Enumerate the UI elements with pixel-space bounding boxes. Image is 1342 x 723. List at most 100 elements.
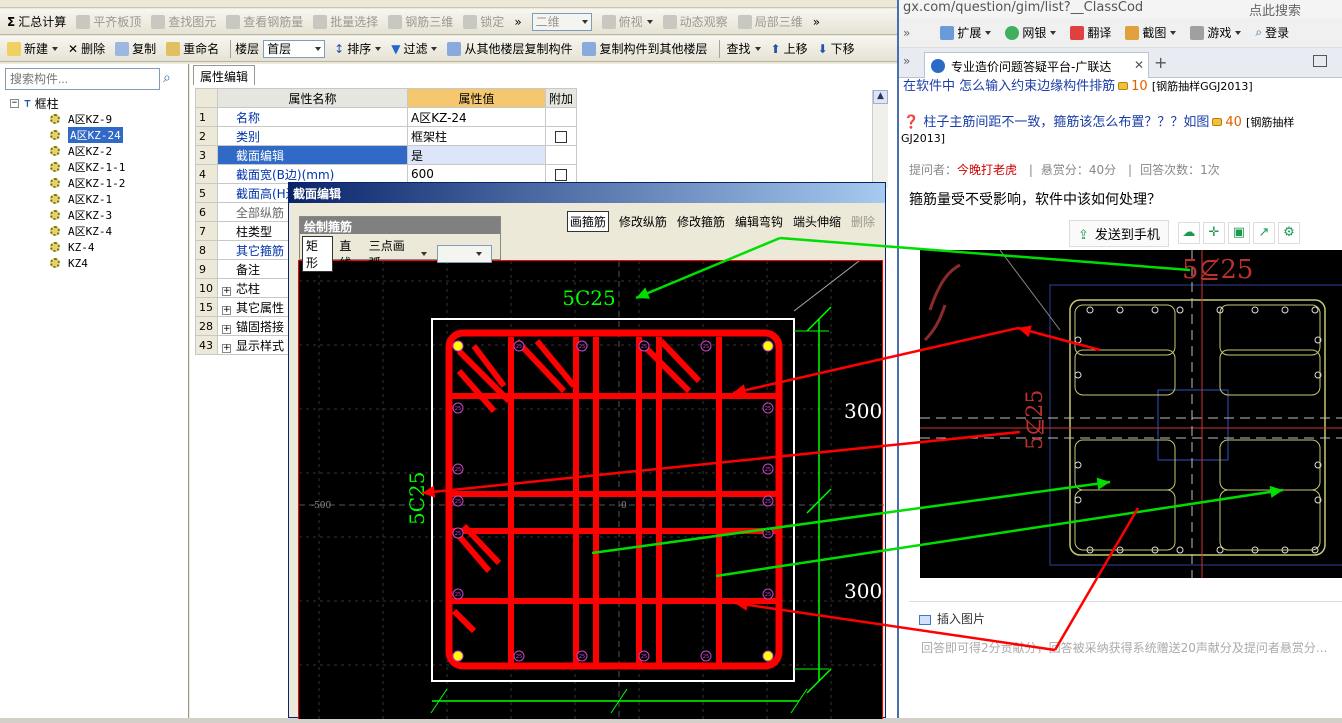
prop-value[interactable]: 600 [407, 164, 546, 184]
move-down-button[interactable]: ⬇ 下移 [815, 39, 858, 59]
view-2d-dropdown[interactable]: 二维 [529, 12, 595, 32]
tree-item[interactable]: A区KZ-4 [10, 223, 185, 239]
tree-root[interactable]: − ⊤ 框柱 [10, 95, 185, 111]
rectangle-option[interactable]: 矩形 [302, 236, 334, 272]
games-button[interactable]: 游戏 [1190, 24, 1242, 41]
send-to-phone-button[interactable]: ⇪ 发送到手机 [1069, 219, 1169, 247]
extra-checkbox[interactable] [555, 130, 567, 143]
flush-slab-button[interactable]: 平齐板顶 [73, 12, 144, 32]
search-icon[interactable]: ⌕ [163, 70, 181, 88]
screenshot-button[interactable]: 截图 [1125, 24, 1177, 41]
scrollbar[interactable]: ▲ [872, 90, 888, 188]
edit-stirrup-button[interactable]: 修改箍筋 [677, 213, 725, 230]
address-bar[interactable]: gx.com/question/gim/list?__ClassCod 点此搜索 [899, 0, 1342, 18]
question-link[interactable]: ❓ 柱子主筋间距不一致，箍筋该怎么布置？？？如图 40 [钢筋抽样 [903, 111, 1294, 130]
tree-item[interactable]: A区KZ-3 [10, 207, 185, 223]
asker-link[interactable]: 今晚打老虎 [957, 163, 1017, 177]
expand-icon[interactable]: + [222, 286, 231, 296]
edit-longitudinal-button[interactable]: 修改纵筋 [619, 213, 667, 230]
edit-hook-button[interactable]: 编辑弯钩 [735, 213, 783, 230]
toolbar-overflow[interactable]: » [511, 12, 524, 32]
bank-button[interactable]: 网银 [1005, 24, 1057, 41]
translate-button[interactable]: 翻译 [1070, 24, 1111, 41]
prop-value[interactable]: 是 [407, 145, 546, 165]
summary-calc-button[interactable]: Σ 汇总计算 [4, 12, 69, 32]
end-extend-button[interactable]: 端头伸缩 [793, 213, 841, 230]
batch-select-button[interactable]: 批量选择 [310, 12, 381, 32]
move-up-button[interactable]: ⬆ 上移 [768, 39, 811, 59]
section-drawing[interactable]: 25 25 25 25 25 25 25 25 25 25 25 25 25 25 25 25 25 25 5C25… [299, 260, 884, 720]
tree-item[interactable]: KZ4 [10, 255, 185, 271]
extensions-button[interactable]: 扩展 [940, 24, 992, 41]
rename-button[interactable]: 重命名 [163, 39, 222, 59]
table-header: 属性名称 属性值 附加 [195, 88, 578, 108]
tree-item[interactable]: A区KZ-1 [10, 191, 185, 207]
photo-bar [1074, 461, 1082, 469]
save-icon[interactable]: ▣ [1227, 222, 1250, 244]
draw-stirrup-button[interactable]: 画箍筋 [566, 210, 609, 232]
orbit-button[interactable]: 动态观察 [660, 12, 731, 32]
copy-to-floor-button[interactable]: 复制构件到其他楼层 [579, 39, 710, 59]
top-view-button[interactable]: 俯视 [599, 12, 656, 32]
prop-value[interactable]: A区KZ-24 [407, 107, 546, 127]
line-option[interactable]: 直线 [339, 237, 362, 271]
table-row[interactable]: 4 截面宽(B边)(mm) 600 [195, 164, 578, 184]
sort-button[interactable]: ↕ 排序 [331, 39, 384, 59]
table-row[interactable]: 1 名称 A区KZ-24 [195, 107, 578, 127]
search-input[interactable] [5, 68, 160, 90]
question-image[interactable]: 5⊈25 5⊈25 [920, 250, 1342, 578]
share-icon[interactable]: ↗ [1252, 222, 1275, 244]
new-tab-icon[interactable]: + [1154, 53, 1167, 72]
find-button[interactable]: 查找 [724, 39, 764, 59]
close-tab-icon[interactable]: ✕ [1134, 58, 1144, 72]
tree-item[interactable]: A区KZ-9 [10, 111, 185, 127]
section-canvas[interactable]: 25 25 25 25 25 25 25 25 25 25 25 25 25 25 25 25 25 25 5C25… [298, 260, 884, 720]
overflow-icon[interactable]: » [903, 26, 910, 40]
copy-from-floor-button[interactable]: 从其他楼层复制构件 [444, 39, 575, 59]
rebar-3d-button[interactable]: 钢筋三维 [385, 12, 456, 32]
expand-icon[interactable]: + [222, 305, 231, 315]
scroll-up-arrow[interactable]: ▲ [873, 90, 888, 104]
photo-side-label: 5⊈25 [1023, 390, 1048, 450]
search-hint[interactable]: 点此搜索 [1249, 0, 1301, 18]
tab-property-edit[interactable]: 属性编辑 [193, 65, 256, 85]
cloud-icon[interactable]: ☁ [1177, 222, 1200, 244]
tree-item[interactable]: A区KZ-24 [10, 127, 185, 143]
prop-value[interactable]: 框架柱 [407, 126, 546, 146]
expand-icon[interactable]: + [222, 324, 231, 334]
login-button[interactable]: ⌕ 登录 [1255, 24, 1289, 41]
tree-item[interactable]: A区KZ-1-1 [10, 159, 185, 175]
expand-icon[interactable]: + [222, 343, 231, 353]
browser-tab[interactable]: 专业造价问题答疑平台-广联达 ✕ [924, 52, 1149, 78]
extra-checkbox[interactable] [555, 168, 567, 181]
table-row[interactable]: 3 截面编辑是 [195, 145, 578, 165]
chevron-down-icon[interactable] [421, 252, 428, 256]
toolbar-overflow-2[interactable]: » [810, 12, 823, 32]
lock-button[interactable]: 锁定 [460, 12, 507, 32]
arc-option[interactable]: 三点画弧 [369, 237, 416, 271]
filter-button[interactable]: ▼ 过滤 [388, 39, 440, 59]
tree-item[interactable]: A区KZ-1-2 [10, 175, 185, 191]
arc-param-select[interactable] [437, 245, 493, 263]
collapse-icon[interactable]: − [10, 98, 19, 108]
delete-button[interactable]: 删除 [851, 213, 875, 230]
insert-picture-button[interactable]: 插入图片 [909, 602, 1342, 635]
tab-overflow-icon[interactable]: » [903, 54, 910, 68]
question-link[interactable]: 在软件中 怎么输入约束边缘构件排筋 10 [钢筋抽样GGJ2013] [903, 78, 1253, 94]
table-row[interactable]: 2 类别 框架柱 [195, 126, 578, 146]
copy-button[interactable]: 复制 [112, 39, 159, 59]
rebar-mark: 25 [765, 467, 771, 473]
tree-item[interactable]: A区KZ-2 [10, 143, 185, 159]
new-button[interactable]: 新建 [4, 39, 61, 59]
window-icon[interactable] [1313, 55, 1327, 67]
find-element-button[interactable]: 查找图元 [148, 12, 219, 32]
answer-input[interactable]: 回答即可得2分贡献分，回答被采纳获得系统赠送20声献分及提问者悬赏分... [909, 635, 1342, 660]
view-rebar-qty-button[interactable]: 查看钢筋量 [223, 12, 306, 32]
gear-icon[interactable]: ⚙ [1277, 222, 1300, 244]
delete-button[interactable]: ✕ 删除 [65, 39, 108, 59]
partial-3d-button[interactable]: 局部三维 [735, 12, 806, 32]
tree-item[interactable]: KZ-4 [10, 239, 185, 255]
floor-select[interactable]: 首层 [263, 39, 326, 58]
photo-leader [999, 250, 1061, 331]
expand-icon[interactable]: ✛ [1202, 222, 1225, 244]
